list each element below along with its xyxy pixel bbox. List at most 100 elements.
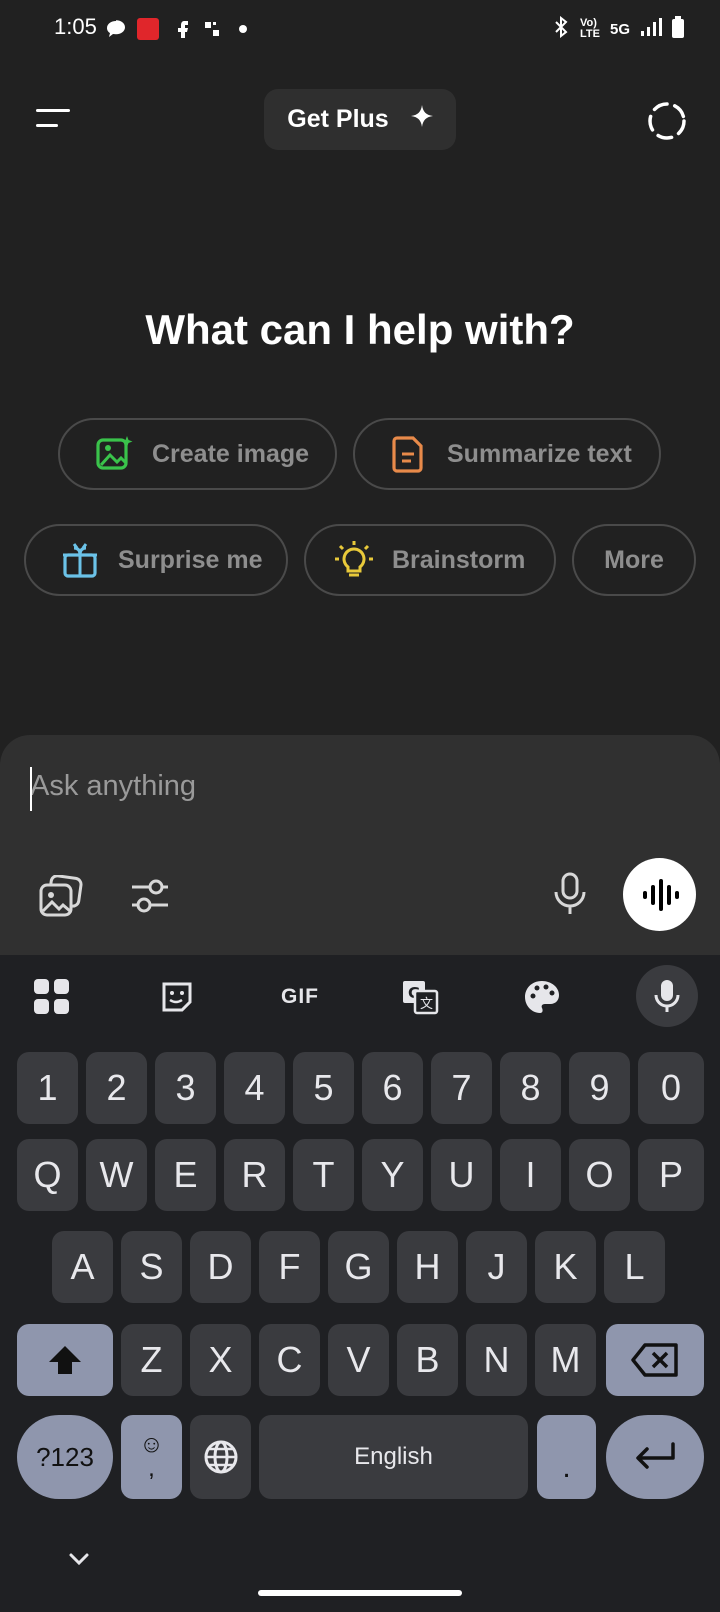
- enter-key[interactable]: [606, 1415, 704, 1499]
- key[interactable]: M: [535, 1324, 596, 1396]
- apps-button[interactable]: [30, 975, 74, 1019]
- shift-key[interactable]: [17, 1324, 113, 1396]
- comma-emoji-key[interactable]: ☺ ,: [121, 1415, 182, 1499]
- document-icon: [392, 436, 423, 473]
- period-key[interactable]: .: [537, 1415, 596, 1499]
- key[interactable]: 2: [86, 1052, 147, 1124]
- key[interactable]: R: [224, 1139, 285, 1211]
- chip-label: Summarize text: [447, 439, 632, 468]
- network-type: 5G: [609, 20, 630, 38]
- globe-icon: [204, 1440, 237, 1474]
- tools-button[interactable]: [130, 875, 170, 917]
- chip-brainstorm[interactable]: Brainstorm: [304, 524, 556, 596]
- hide-keyboard-button[interactable]: [66, 1548, 92, 1570]
- voice-waveform-icon: [642, 878, 679, 911]
- signal-icon: [640, 17, 662, 41]
- status-right: Vo) LTE 5G: [552, 15, 684, 42]
- microphone-icon: [554, 872, 586, 914]
- key[interactable]: G: [328, 1231, 389, 1303]
- bluetooth-icon: [552, 15, 570, 42]
- composer: [0, 735, 720, 955]
- page-title: What can I help with?: [145, 306, 575, 353]
- volte-icon: Vo) LTE: [580, 17, 600, 40]
- key[interactable]: U: [431, 1139, 492, 1211]
- temporary-chat-button[interactable]: [646, 100, 688, 142]
- photos-icon: [39, 874, 83, 917]
- key[interactable]: D: [190, 1231, 251, 1303]
- sticker-button[interactable]: [155, 975, 199, 1019]
- app-notification-icon: [137, 18, 159, 40]
- key[interactable]: Z: [121, 1324, 182, 1396]
- chevron-down-icon: [69, 1553, 89, 1566]
- palette-icon: [525, 981, 559, 1013]
- enter-icon: [636, 1442, 675, 1469]
- apps-icon: [34, 979, 69, 1014]
- key[interactable]: S: [121, 1231, 182, 1303]
- grid-notification-icon: [204, 18, 220, 40]
- symbols-key[interactable]: ?123: [17, 1415, 113, 1499]
- chip-label: More: [604, 545, 664, 574]
- key[interactable]: H: [397, 1231, 458, 1303]
- key[interactable]: C: [259, 1324, 320, 1396]
- key[interactable]: O: [569, 1139, 630, 1211]
- key[interactable]: 6: [362, 1052, 423, 1124]
- key[interactable]: J: [466, 1231, 527, 1303]
- shift-icon: [49, 1346, 81, 1374]
- menu-button[interactable]: [34, 104, 74, 134]
- fb-notification-icon: [174, 18, 190, 40]
- key[interactable]: 5: [293, 1052, 354, 1124]
- key[interactable]: N: [466, 1324, 527, 1396]
- emoji-icon: ☺: [139, 1431, 164, 1458]
- text-cursor: [30, 767, 32, 811]
- key[interactable]: 3: [155, 1052, 216, 1124]
- image-sparkle-icon: [96, 436, 133, 470]
- dictate-button[interactable]: [553, 872, 587, 916]
- chip-create-image[interactable]: Create image: [58, 418, 337, 490]
- key[interactable]: B: [397, 1324, 458, 1396]
- theme-button[interactable]: [520, 975, 564, 1019]
- key[interactable]: P: [638, 1139, 704, 1211]
- key[interactable]: I: [500, 1139, 561, 1211]
- space-key[interactable]: English: [259, 1415, 528, 1499]
- key[interactable]: V: [328, 1324, 389, 1396]
- key[interactable]: L: [604, 1231, 665, 1303]
- mic-icon: [654, 980, 680, 1012]
- voice-mode-button[interactable]: [623, 858, 696, 931]
- key[interactable]: X: [190, 1324, 251, 1396]
- lightbulb-icon: [335, 541, 373, 577]
- key[interactable]: 4: [224, 1052, 285, 1124]
- key[interactable]: T: [293, 1139, 354, 1211]
- gif-button[interactable]: GIF: [272, 975, 328, 1019]
- get-plus-label: Get Plus: [287, 105, 389, 133]
- key[interactable]: E: [155, 1139, 216, 1211]
- key[interactable]: F: [259, 1231, 320, 1303]
- key[interactable]: 1: [17, 1052, 78, 1124]
- key[interactable]: Y: [362, 1139, 423, 1211]
- attach-photos-button[interactable]: [38, 874, 84, 919]
- dot-notification-icon: [238, 18, 248, 40]
- message-input[interactable]: Ask anything: [30, 770, 196, 803]
- key[interactable]: W: [86, 1139, 147, 1211]
- status-time: 1:05: [54, 14, 97, 39]
- key[interactable]: 9: [569, 1052, 630, 1124]
- translate-button[interactable]: G 文: [398, 975, 442, 1019]
- menu-icon-line: [36, 124, 58, 127]
- backspace-icon: [631, 1343, 678, 1377]
- key[interactable]: 7: [431, 1052, 492, 1124]
- key[interactable]: 0: [638, 1052, 704, 1124]
- key[interactable]: 8: [500, 1052, 561, 1124]
- chip-more[interactable]: More: [572, 524, 696, 596]
- sparkle-icon: [410, 105, 433, 134]
- battery-icon: [672, 16, 684, 42]
- language-key[interactable]: [190, 1415, 251, 1499]
- sticker-icon: [162, 982, 192, 1012]
- chip-summarize-text[interactable]: Summarize text: [353, 418, 661, 490]
- key[interactable]: K: [535, 1231, 596, 1303]
- keyboard-voice-button[interactable]: [636, 965, 698, 1027]
- key[interactable]: A: [52, 1231, 113, 1303]
- home-indicator[interactable]: [258, 1590, 462, 1596]
- get-plus-button[interactable]: Get Plus: [264, 89, 456, 150]
- backspace-key[interactable]: [606, 1324, 704, 1396]
- chip-surprise-me[interactable]: Surprise me: [24, 524, 288, 596]
- key[interactable]: Q: [17, 1139, 78, 1211]
